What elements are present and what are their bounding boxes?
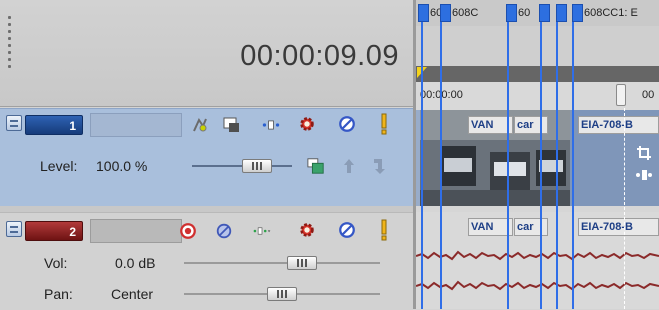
fx-icon[interactable] <box>191 116 209 134</box>
audio-waveform <box>416 250 659 291</box>
marker-line <box>507 22 509 309</box>
time-ruler[interactable]: 00:00:00 00 <box>416 82 659 111</box>
ruler-time-label: 00 <box>642 89 655 101</box>
event-fx-icon[interactable] <box>635 166 653 184</box>
track-name-field[interactable] <box>90 219 182 243</box>
marker-flag[interactable] <box>539 4 550 22</box>
pan-slider-thumb[interactable] <box>267 287 297 301</box>
region-bar <box>416 26 659 66</box>
marker-flag[interactable] <box>440 4 451 22</box>
video-clip-label[interactable]: EIA-708-B <box>578 116 659 134</box>
gear-icon[interactable] <box>298 221 316 239</box>
track-number-badge: 1 <box>25 115 83 135</box>
marker-label: 608C <box>452 7 479 19</box>
loop-region-bar[interactable] <box>416 66 659 82</box>
solo-icon[interactable] <box>375 113 393 135</box>
level-slider-thumb[interactable] <box>242 159 272 173</box>
timecode-display: 00:00:09.09 <box>240 40 399 72</box>
crop-icon[interactable] <box>635 144 653 162</box>
pan-value: Center <box>111 286 154 302</box>
vol-label: Vol: <box>44 255 68 271</box>
make-parent-icon[interactable] <box>370 157 388 175</box>
make-child-icon[interactable] <box>340 157 358 175</box>
track-list-header: 00:00:09.09 <box>0 0 413 107</box>
video-track-header[interactable]: 1 Level: 100.0 % <box>0 108 413 208</box>
playhead-handle[interactable] <box>616 84 626 106</box>
marker-line <box>421 22 423 309</box>
composite-mode-icon[interactable] <box>223 116 241 134</box>
motion-icon[interactable] <box>262 116 280 134</box>
audio-clip-label[interactable]: car <box>514 218 548 236</box>
marker-label: 608CC1: E <box>584 7 638 19</box>
grip-handle[interactable] <box>8 16 12 74</box>
mute-icon[interactable] <box>338 115 356 133</box>
marker-bar[interactable]: 60 608C 60 608CC1: E <box>416 0 659 26</box>
marker-flag[interactable] <box>418 4 429 22</box>
volume-slider[interactable] <box>184 251 380 275</box>
vol-value: 0.0 dB <box>115 255 156 271</box>
level-slider[interactable] <box>192 154 292 178</box>
volume-slider-thumb[interactable] <box>287 256 317 270</box>
marker-line <box>440 22 442 309</box>
track-motion-icon[interactable] <box>253 222 271 240</box>
track-name-field[interactable] <box>90 113 182 137</box>
marker-flag[interactable] <box>556 4 567 22</box>
video-track-lane[interactable]: VAN car EIA-708-B <box>416 110 659 206</box>
pan-slider[interactable] <box>184 282 380 306</box>
solo-icon[interactable] <box>375 219 393 241</box>
level-value: 100.0 % <box>96 158 148 174</box>
video-clip-label[interactable]: car <box>514 116 548 134</box>
parent-composite-icon[interactable] <box>307 157 325 175</box>
gear-icon[interactable] <box>298 115 316 133</box>
pan-label: Pan: <box>44 286 73 302</box>
audio-clip-label[interactable]: EIA-708-B <box>578 218 659 236</box>
audio-track-lane[interactable]: VAN car EIA-708-B <box>416 212 659 309</box>
arm-record-icon[interactable] <box>179 222 197 240</box>
marker-flag[interactable] <box>572 4 583 22</box>
level-label: Level: <box>40 158 78 174</box>
invert-phase-icon[interactable] <box>215 222 233 240</box>
marker-line <box>556 22 558 309</box>
audio-track-header[interactable]: 2 Vol: 0.0 dB Pan: Center <box>0 212 413 310</box>
track-number-badge: 2 <box>25 221 83 241</box>
track-minimize-icon[interactable] <box>6 221 22 237</box>
mute-icon[interactable] <box>338 221 356 239</box>
playhead-line <box>624 108 626 309</box>
track-minimize-icon[interactable] <box>6 115 22 131</box>
marker-label: 60 <box>518 7 531 19</box>
marker-line <box>540 22 542 309</box>
marker-line <box>572 22 574 309</box>
marker-flag[interactable] <box>506 4 517 22</box>
